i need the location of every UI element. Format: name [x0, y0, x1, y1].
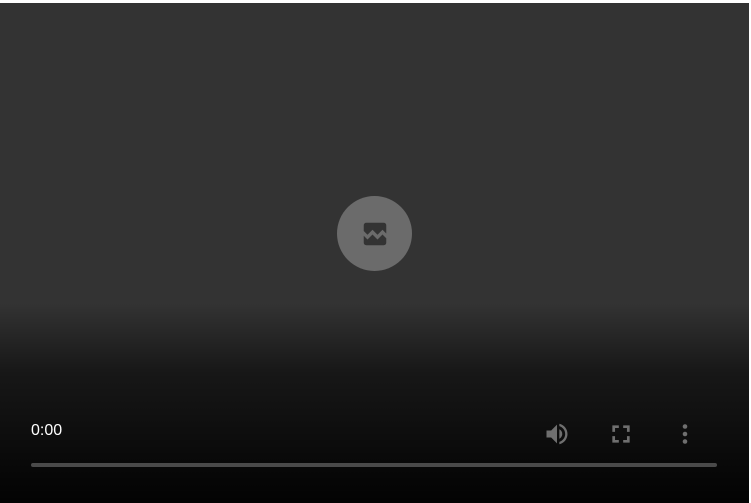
volume-icon: [546, 423, 568, 445]
fullscreen-button[interactable]: [603, 416, 639, 452]
controls-gradient: [0, 303, 749, 503]
video-player[interactable]: 0:00: [0, 3, 749, 503]
fullscreen-icon: [612, 425, 630, 443]
current-time: 0:00: [31, 422, 63, 439]
broken-image-icon: [337, 196, 412, 271]
mute-button[interactable]: [539, 416, 575, 452]
more-vert-icon: [682, 424, 688, 444]
overflow-menu-button[interactable]: [667, 416, 703, 452]
progress-slider[interactable]: [31, 463, 717, 467]
